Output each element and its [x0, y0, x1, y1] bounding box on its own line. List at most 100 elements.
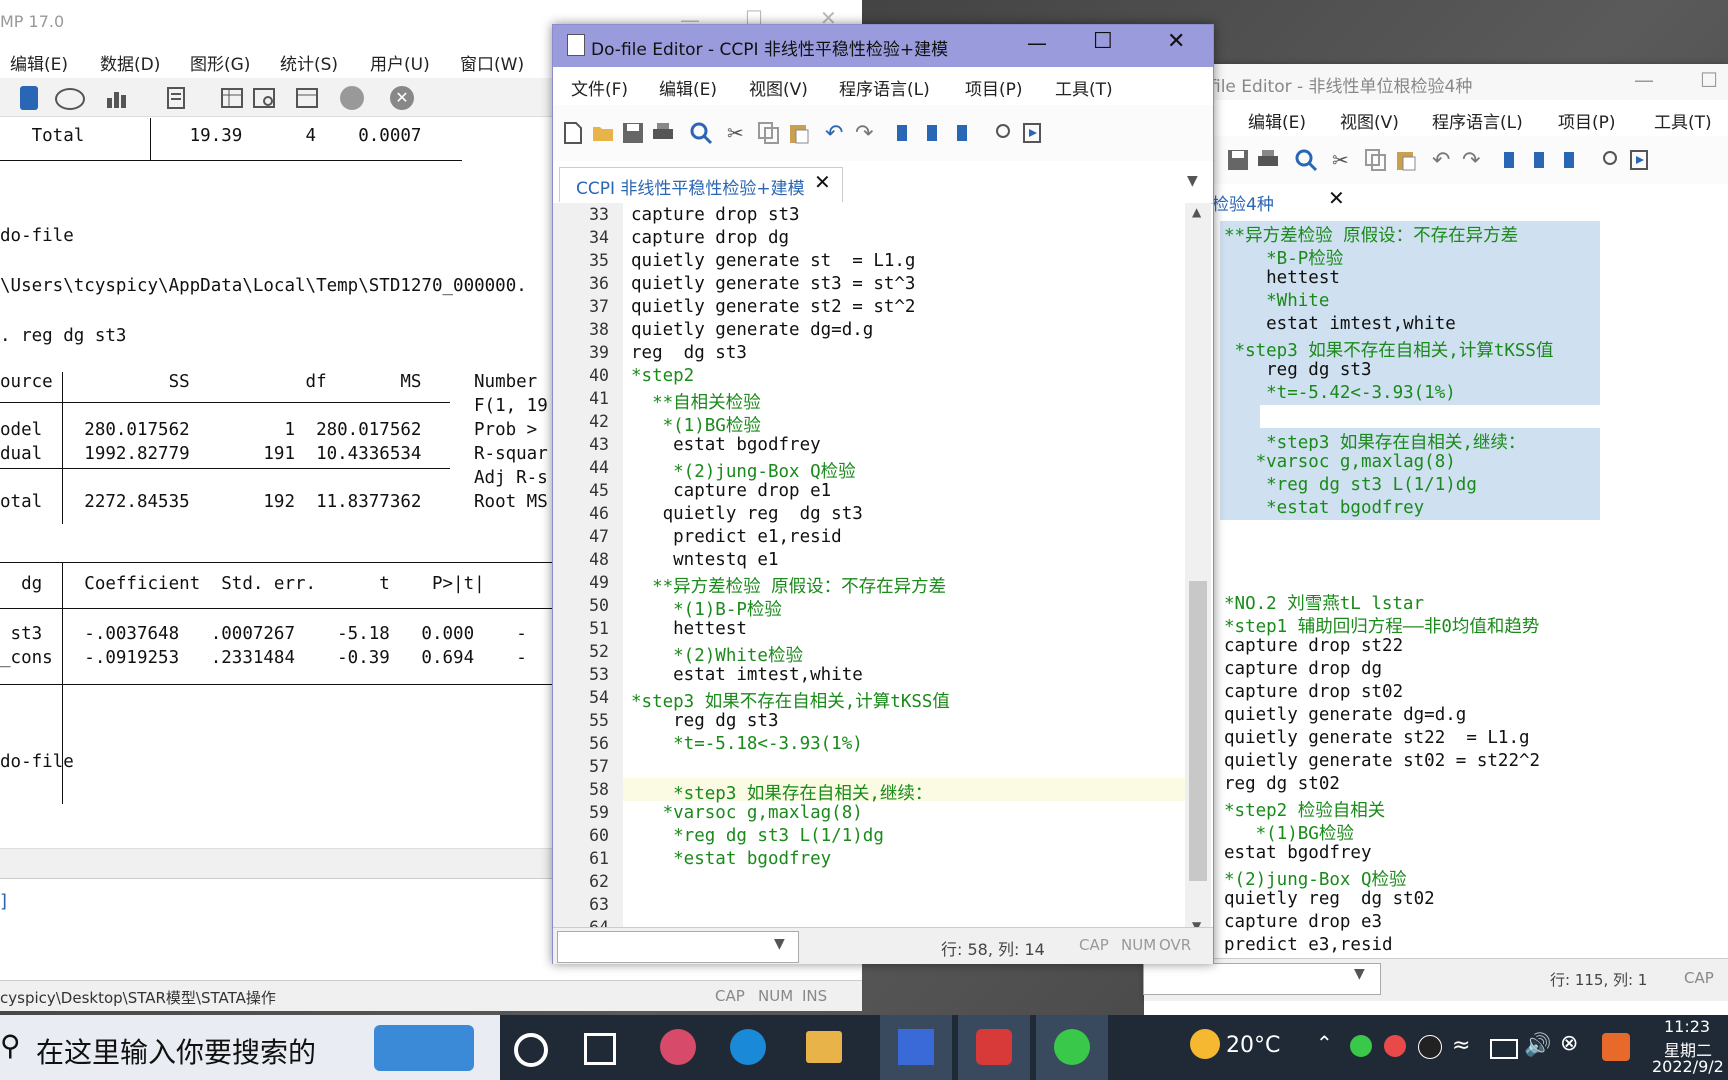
paste-icon[interactable]	[787, 121, 811, 145]
execute-icon[interactable]	[1021, 121, 1045, 145]
maximize-icon[interactable]: ☐	[1093, 29, 1113, 54]
maximize-icon[interactable]: ☐	[1700, 68, 1718, 92]
cut-icon[interactable]: ✂	[727, 121, 751, 145]
menu-project[interactable]: 项目(P)	[1558, 108, 1616, 133]
clock-time[interactable]: 11:23	[1664, 1017, 1710, 1036]
chevron-up-icon[interactable]: ⌃	[1316, 1031, 1333, 1055]
menu-edit[interactable]: 编辑(E)	[659, 75, 717, 100]
editor-statusbar: ▼ 行: 58, 列: 14 CAP NUM OVR	[553, 927, 1213, 964]
menu-view[interactable]: 视图(V)	[1340, 108, 1399, 133]
more-icon[interactable]	[340, 86, 364, 110]
code-line: *varsoc g,maxlag(8)	[1224, 452, 1456, 472]
search-icon[interactable]	[689, 121, 713, 145]
wps-taskbar-button[interactable]	[958, 1015, 1030, 1080]
close-tab-icon[interactable]: ✕	[814, 170, 831, 194]
menu-window[interactable]: 窗口(W)	[460, 50, 524, 75]
minimize-icon[interactable]: —	[1634, 68, 1654, 92]
weather-temp[interactable]: 20°C	[1226, 1033, 1280, 1058]
close-icon[interactable]: ✕	[1167, 29, 1185, 54]
bookmark-toggle-icon[interactable]	[893, 121, 917, 145]
bookmark-prev-icon[interactable]	[1530, 148, 1554, 172]
execute-icon[interactable]	[1628, 148, 1652, 172]
menu-tools[interactable]: 工具(T)	[1654, 108, 1712, 133]
copy-icon[interactable]	[757, 121, 781, 145]
editor-vertical-scrollbar[interactable]: ▲ ▼	[1185, 203, 1211, 940]
data-browser-icon[interactable]	[252, 86, 276, 110]
new-file-icon[interactable]	[561, 121, 585, 145]
menu-edit[interactable]: 编辑(E)	[1248, 108, 1306, 133]
log-icon[interactable]	[165, 86, 189, 110]
chevron-down-icon[interactable]: ▼	[1187, 173, 1198, 189]
preview-icon[interactable]	[991, 121, 1015, 145]
minimize-icon[interactable]: —	[1027, 31, 1047, 55]
code-line: capture drop e3	[1224, 912, 1383, 932]
scrollbar-thumb[interactable]	[1189, 581, 1207, 881]
wechat-taskbar-button[interactable]	[1036, 1015, 1108, 1080]
code-line: *step3 如果存在自相关,继续：	[631, 784, 933, 804]
undo-icon[interactable]: ↶	[825, 121, 849, 146]
bookmark-prev-icon[interactable]	[923, 121, 947, 145]
menu-tools[interactable]: 工具(T)	[1055, 75, 1113, 100]
menu-language[interactable]: 程序语言(L)	[839, 75, 930, 100]
taskbar-search-box[interactable]: ⚲ 在这里输入你要搜索的	[0, 1015, 500, 1080]
tray-app-icon[interactable]	[1384, 1035, 1406, 1057]
menu-user[interactable]: 用户(U)	[370, 50, 430, 75]
menu-view[interactable]: 视图(V)	[749, 75, 808, 100]
variables-manager-icon[interactable]	[295, 86, 319, 110]
wechat-tray-icon[interactable]	[1350, 1035, 1372, 1057]
break-icon[interactable]: ✕	[390, 86, 414, 110]
wifi-icon[interactable]: ≈	[1452, 1033, 1470, 1058]
task-view-icon[interactable]	[514, 1033, 548, 1067]
file-explorer-icon[interactable]	[806, 1031, 842, 1063]
menu-edit[interactable]: 编辑(E)	[10, 50, 68, 75]
print-icon[interactable]	[651, 121, 675, 145]
line-number: 49	[589, 573, 609, 592]
tab-active[interactable]: CCPI 非线性平稳性检验+建模 ✕	[559, 167, 843, 202]
menu-graphics[interactable]: 图形(G)	[190, 50, 250, 75]
redo-icon[interactable]: ↷	[855, 121, 879, 146]
app-icon[interactable]	[660, 1029, 696, 1065]
dropdown[interactable]: ▼	[1143, 963, 1381, 995]
paste-icon[interactable]	[1394, 148, 1418, 172]
close-circle-icon[interactable]: ⊗	[1560, 1031, 1578, 1056]
undo-icon[interactable]: ↶	[1432, 148, 1456, 173]
redo-icon[interactable]: ↷	[1462, 148, 1486, 173]
battery-icon[interactable]	[1490, 1039, 1518, 1059]
graph-icon[interactable]	[105, 86, 129, 110]
preview-icon[interactable]	[1598, 148, 1622, 172]
code-editor[interactable]: capture drop st3 capture drop dg quietly g…	[623, 203, 1185, 940]
menu-data[interactable]: 数据(D)	[100, 50, 160, 75]
save-icon[interactable]	[621, 121, 645, 145]
menu-language[interactable]: 程序语言(L)	[1432, 108, 1523, 133]
stat-label: Number	[474, 372, 538, 392]
editor-right-code[interactable]: **异方差检验 原假设：不存在异方差 *B-P检验 hettest *White…	[1144, 218, 1728, 1018]
print-icon[interactable]	[1256, 148, 1280, 172]
widgets-icon[interactable]	[584, 1033, 616, 1065]
data-editor-icon[interactable]	[220, 86, 244, 110]
copy-icon[interactable]	[1364, 148, 1388, 172]
save-icon[interactable]	[1226, 148, 1250, 172]
dropdown[interactable]: ▼	[557, 931, 799, 963]
menu-project[interactable]: 项目(P)	[965, 75, 1023, 100]
close-tab-icon[interactable]: ✕	[1328, 186, 1345, 210]
tray-s-icon[interactable]	[1602, 1033, 1630, 1061]
search-icon[interactable]	[1294, 148, 1318, 172]
bookmark-toggle-icon[interactable]	[1500, 148, 1524, 172]
menu-file[interactable]: 文件(F)	[571, 75, 628, 100]
weather-icon[interactable]	[1190, 1029, 1220, 1059]
edge-icon[interactable]	[730, 1029, 766, 1065]
scroll-up-icon[interactable]: ▲	[1192, 205, 1201, 219]
stata-taskbar-button[interactable]	[880, 1015, 952, 1080]
eye-icon[interactable]	[55, 88, 85, 110]
clock-date[interactable]: 2022/9/2	[1652, 1057, 1724, 1076]
volume-icon[interactable]: 🔊	[1524, 1033, 1551, 1058]
bookmark-next-icon[interactable]	[1560, 148, 1584, 172]
code-line: *step2	[631, 366, 695, 386]
qq-icon[interactable]	[1418, 1035, 1442, 1059]
cut-icon[interactable]: ✂	[1332, 148, 1356, 172]
menu-statistics[interactable]: 统计(S)	[280, 50, 338, 75]
do-file-icon[interactable]	[20, 86, 38, 110]
bookmark-next-icon[interactable]	[953, 121, 977, 145]
open-folder-icon[interactable]	[591, 121, 615, 145]
code-line: capture drop st3	[631, 205, 800, 225]
